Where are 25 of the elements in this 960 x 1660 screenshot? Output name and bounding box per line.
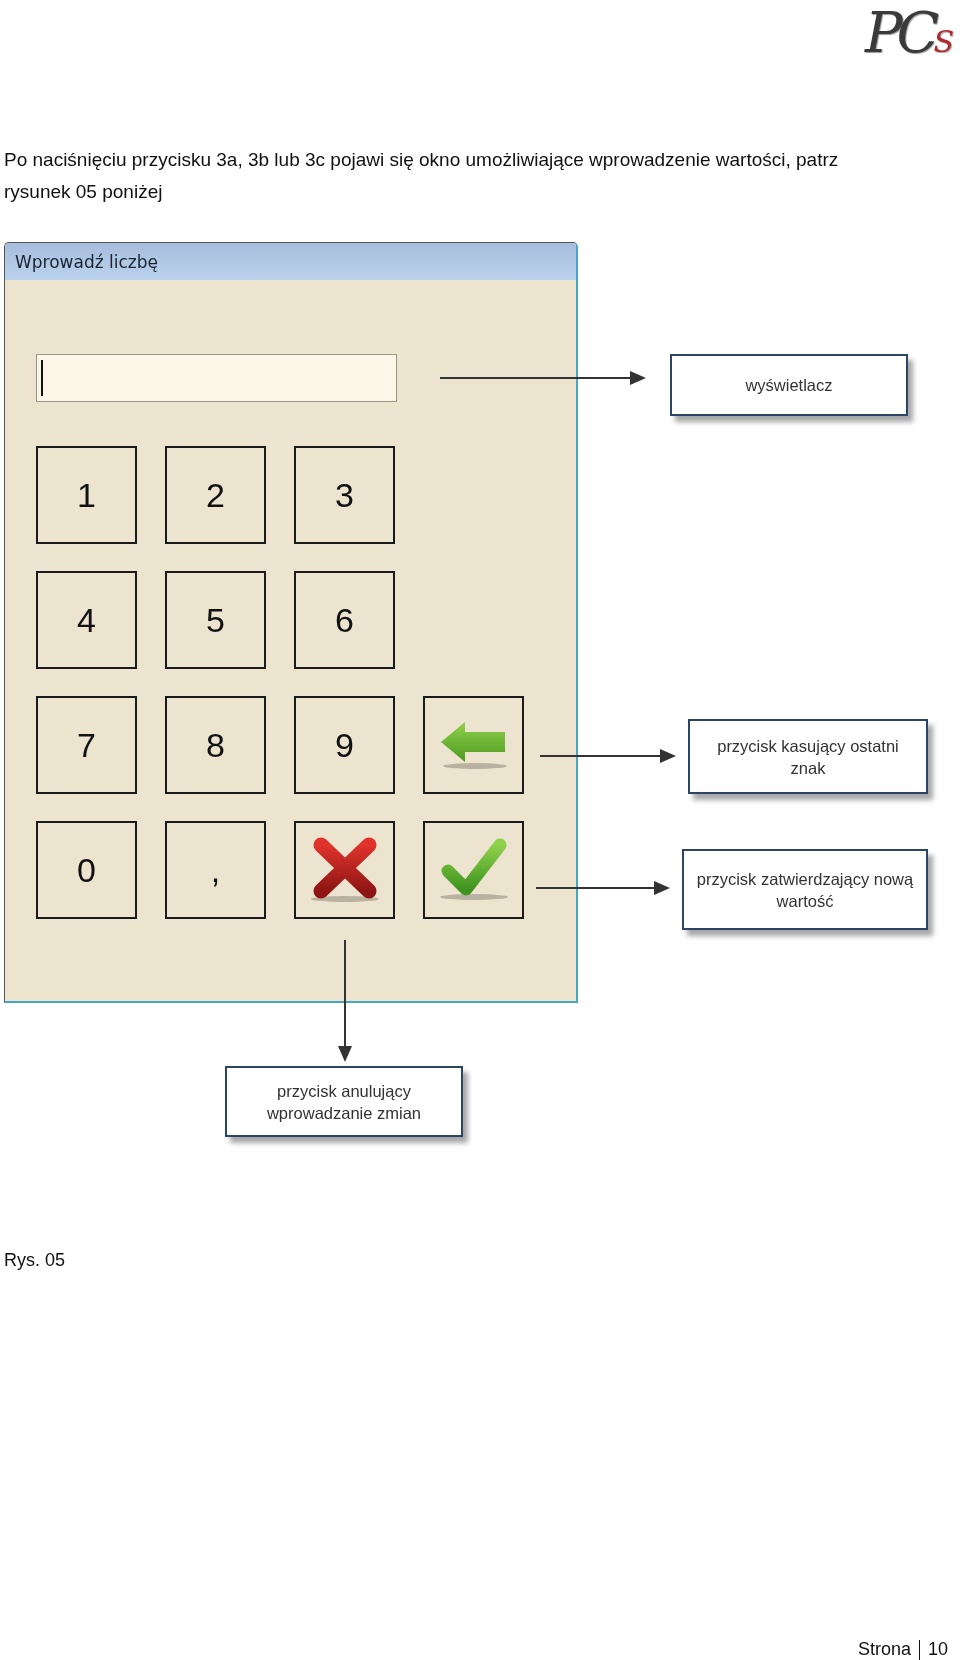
- key-button[interactable]: 4: [36, 571, 137, 669]
- callout-box: wyświetlacz: [670, 354, 908, 416]
- display-field[interactable]: [36, 354, 397, 402]
- cancel-button[interactable]: [294, 821, 395, 919]
- key-button[interactable]: 7: [36, 696, 137, 794]
- key-button[interactable]: 9: [294, 696, 395, 794]
- callout-box: przycisk kasujący ostatni znak: [688, 719, 928, 794]
- intro-paragraph: Po naciśnięciu przycisku 3a, 3b lub 3c pojawi się okno umożliwiające wprowadzenie wartości, patrz rysunek 05 poniżej: [4, 148, 840, 204]
- window-title: Wprowadź liczbę: [5, 243, 576, 280]
- key-button[interactable]: 3: [294, 446, 395, 544]
- logo: PCS: [864, 0, 954, 67]
- key-button[interactable]: 5: [165, 571, 266, 669]
- key-button[interactable]: ,: [165, 821, 266, 919]
- key-button[interactable]: 8: [165, 696, 266, 794]
- key-button[interactable]: 2: [165, 446, 266, 544]
- key-button[interactable]: 1: [36, 446, 137, 544]
- callout-box: przycisk zatwierdzający nową wartość: [682, 849, 928, 930]
- callout-box: przycisk anulujący wprowadzanie zmian: [225, 1066, 463, 1137]
- key-button[interactable]: 0: [36, 821, 137, 919]
- page-label: Strona: [857, 1639, 911, 1660]
- page-number: 10: [927, 1639, 948, 1660]
- backspace-button[interactable]: [423, 696, 524, 794]
- key-button[interactable]: 6: [294, 571, 395, 669]
- confirm-button[interactable]: [423, 821, 524, 919]
- figure-caption: Rys. 05: [4, 1250, 67, 1271]
